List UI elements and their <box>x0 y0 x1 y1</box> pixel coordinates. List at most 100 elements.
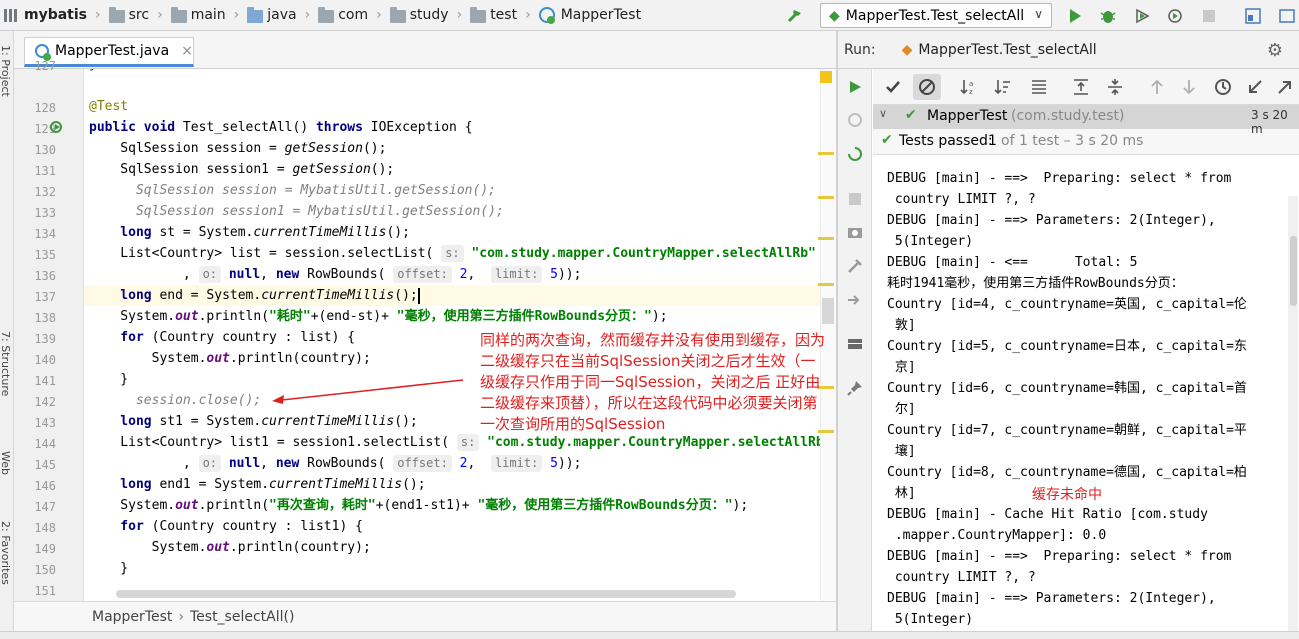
login-icon[interactable] <box>846 291 864 309</box>
line-number: 135 <box>34 248 56 262</box>
line-number: 137 <box>34 290 56 304</box>
run-test-gutter-icon[interactable] <box>50 120 64 134</box>
layout-icon[interactable] <box>846 335 864 353</box>
console-line: country LIMIT ?, ? <box>887 570 1036 585</box>
code-line-135: long st = System.currentTimeMillis(); <box>89 225 410 240</box>
breadcrumb-class[interactable]: MapperTest <box>538 0 641 31</box>
chevron-down-icon[interactable]: ∨ <box>879 107 887 120</box>
gear-icon[interactable]: ⚙ <box>1267 40 1283 61</box>
breadcrumb-main[interactable]: main <box>170 0 226 31</box>
package-icon <box>470 6 487 23</box>
test-class-icon <box>538 7 555 24</box>
favorites-tool-window-label[interactable]: 2: Favorites <box>0 521 12 585</box>
check-icon: ✔ <box>905 107 917 123</box>
console-line: DEBUG [main] - <== Total: 5 <box>887 255 1138 270</box>
test-results-tree: ∨ ✔ MapperTest (com.study.test) 3 s 20 m… <box>873 105 1299 155</box>
debug-icon[interactable] <box>1099 7 1117 25</box>
breadcrumb-separator: › <box>233 7 240 23</box>
show-passed-icon[interactable] <box>883 77 903 97</box>
line-number: 145 <box>34 458 56 472</box>
console-scroll-thumb[interactable] <box>1290 236 1297 306</box>
line-number: 138 <box>34 311 56 325</box>
rerun-failed-icon[interactable] <box>846 111 864 129</box>
breadcrumb-test[interactable]: test <box>470 0 517 31</box>
annotation-arrow-icon <box>272 379 464 404</box>
line-number: 150 <box>34 563 56 577</box>
console-line: 林] <box>887 486 916 501</box>
pin-icon[interactable] <box>846 379 864 397</box>
collapse-all-icon[interactable] <box>1105 77 1125 97</box>
console-line: Country [id=5, c_countryname=日本, c_capit… <box>887 339 1247 354</box>
tests-passed-detail: of 1 test – 3 s 20 ms <box>1001 133 1144 149</box>
editor-horizontal-scrollbar[interactable] <box>116 590 736 598</box>
camera-icon[interactable] <box>846 223 864 241</box>
toggle-auto-test-icon[interactable] <box>846 145 864 163</box>
warning-indicator-icon[interactable] <box>820 71 832 83</box>
line-number: 143 <box>34 416 56 430</box>
left-tool-strip: 1: Project 7: Structure Web 2: Favorites <box>0 31 14 639</box>
breadcrumb-project[interactable]: mybatis <box>4 0 87 31</box>
breadcrumb-com[interactable]: com <box>318 0 368 31</box>
search-everywhere-icon[interactable] <box>1278 7 1296 25</box>
run-configuration-select[interactable]: ◆ MapperTest.Test_selectAll ∨ <box>820 3 1052 28</box>
sort-by-duration-icon[interactable] <box>993 77 1013 97</box>
tree-row-selected[interactable]: ∨ ✔ MapperTest (com.study.test) 3 s 20 m <box>873 105 1299 136</box>
line-number: 140 <box>34 353 56 367</box>
warning-mark[interactable] <box>818 283 834 286</box>
stop-icon[interactable] <box>1200 7 1218 25</box>
run-icon[interactable] <box>1066 7 1084 25</box>
run-tab[interactable]: ◆ MapperTest.Test_selectAll <box>902 42 1097 58</box>
code-line-144: long st1 = System.currentTimeMillis(); <box>89 414 418 429</box>
code-line-151: } <box>89 561 129 576</box>
console-line: 5(Integer) <box>887 234 974 249</box>
breadcrumb-src[interactable]: src <box>108 0 149 31</box>
warning-mark[interactable] <box>818 196 834 199</box>
web-tool-window-label[interactable]: Web <box>0 451 12 475</box>
console-line: 京] <box>887 360 916 375</box>
coverage-icon[interactable] <box>1134 7 1152 25</box>
project-icon <box>4 8 20 22</box>
package-icon <box>318 6 335 23</box>
breadcrumb-separator: › <box>525 7 531 23</box>
import-tests-icon[interactable] <box>1245 77 1265 97</box>
console-line: 尔] <box>887 402 916 417</box>
breadcrumb-class[interactable]: MapperTest <box>92 609 172 625</box>
project-structure-icon[interactable] <box>1244 7 1262 25</box>
code-line-127: } <box>89 69 97 75</box>
select-first-icon[interactable] <box>1029 77 1049 97</box>
warning-mark[interactable] <box>818 237 834 240</box>
code-line-129: @Test <box>89 99 129 114</box>
export-tests-icon[interactable] <box>1275 77 1295 97</box>
arrow-up-icon[interactable] <box>1147 77 1167 97</box>
stop-icon[interactable] <box>847 191 863 207</box>
breadcrumb-study[interactable]: study <box>389 0 449 31</box>
profile-icon[interactable] <box>1167 7 1185 25</box>
code-line-133: SqlSession session = MybatisUtil.getSess… <box>89 183 496 198</box>
red-annotation-text: 同样的两次查询，然而缓存并没有使用到缓存，因为二级缓存只在当前SqlSessio… <box>480 331 826 433</box>
settings-tools-icon[interactable] <box>846 257 864 275</box>
editor-scroll-thumb[interactable] <box>822 298 834 324</box>
console-output[interactable]: DEBUG [main] - ==> Preparing: select * f… <box>873 156 1299 639</box>
breadcrumb-java[interactable]: java <box>247 0 297 31</box>
console-line: Country [id=7, c_countryname=朝鲜, c_capit… <box>887 423 1247 438</box>
line-number: 133 <box>34 206 56 220</box>
breadcrumb-method[interactable]: Test_selectAll() <box>190 609 294 625</box>
history-icon[interactable] <box>1213 77 1233 97</box>
code-line-150: System.out.println(country); <box>89 540 371 555</box>
folder-icon <box>108 6 125 23</box>
line-number: 132 <box>34 185 56 199</box>
run-side-toolbar <box>838 69 872 639</box>
expand-all-icon[interactable] <box>1071 77 1091 97</box>
build-hammer-icon[interactable] <box>786 7 804 25</box>
close-icon[interactable]: × <box>181 43 193 59</box>
code-line-137: , o: null, new RowBounds( offset: 2, lim… <box>89 266 582 283</box>
project-tool-window-label[interactable]: 1: Project <box>0 45 12 97</box>
sort-alphabetically-icon[interactable]: az <box>959 77 979 97</box>
rerun-icon[interactable] <box>847 79 863 95</box>
warning-mark[interactable] <box>818 152 834 155</box>
arrow-down-icon[interactable] <box>1179 77 1199 97</box>
breadcrumb-separator: › <box>376 7 382 23</box>
structure-tool-window-label[interactable]: 7: Structure <box>0 331 12 396</box>
code-line-147: long end1 = System.currentTimeMillis(); <box>89 477 426 492</box>
line-number: 128 <box>34 101 56 115</box>
